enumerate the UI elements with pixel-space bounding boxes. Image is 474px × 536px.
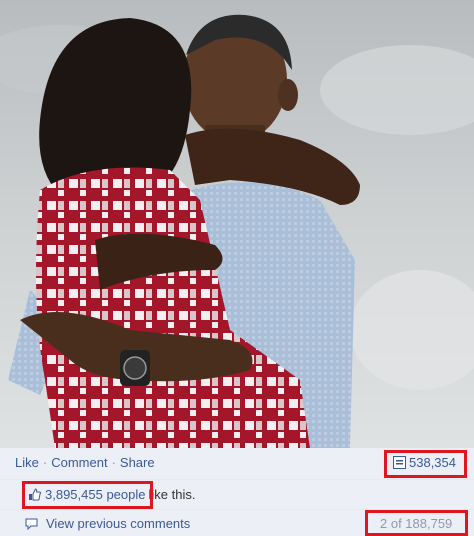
comment-bubble-icon — [25, 518, 38, 530]
comment-link[interactable]: Comment — [51, 455, 107, 470]
share-count-highlight — [384, 450, 467, 478]
share-link[interactable]: Share — [120, 455, 155, 470]
post-actions: Like · Comment · Share — [15, 455, 155, 470]
post-photo-image — [0, 0, 474, 448]
action-separator: · — [42, 455, 48, 470]
like-link[interactable]: Like — [15, 455, 39, 470]
view-previous-comments[interactable]: View previous comments — [25, 516, 190, 531]
view-previous-comments-link[interactable]: View previous comments — [46, 516, 190, 531]
likes-highlight — [22, 481, 153, 509]
likes-row: 3,895,455 people like this. — [0, 480, 474, 510]
post-photo[interactable] — [0, 0, 474, 448]
post-action-bar: Like · Comment · Share 538,354 — [0, 448, 474, 480]
comments-row: View previous comments 2 of 188,759 — [0, 510, 474, 536]
likes-suffix: like this. — [148, 487, 196, 502]
comments-pager-highlight — [365, 510, 468, 536]
action-separator: · — [111, 455, 116, 470]
